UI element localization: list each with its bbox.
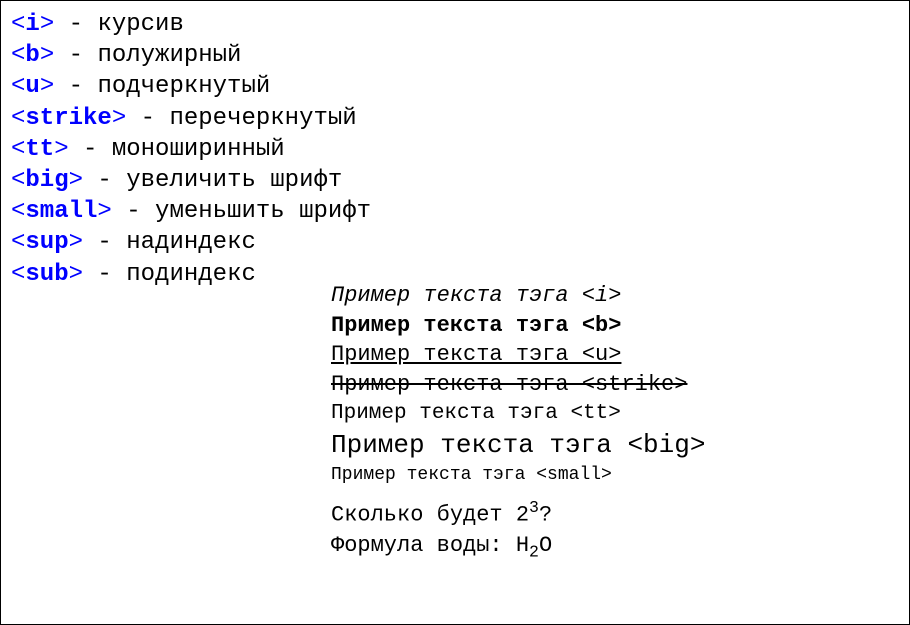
definition-row: <strike> - перечеркнутый (11, 103, 899, 134)
sub-prefix: Формула воды: H (331, 533, 529, 558)
example-italic: Пример текста тэга <i> (331, 281, 705, 311)
tag-description: увеличить шрифт (126, 167, 342, 194)
angle-open: < (11, 11, 25, 38)
angle-open: < (11, 198, 25, 225)
sub-index: 2 (529, 542, 539, 561)
example-sub: Формула воды: H2O (331, 531, 705, 564)
angle-open: < (11, 261, 25, 288)
tag-description: курсив (97, 11, 183, 38)
spacer (331, 487, 705, 497)
separator: - (83, 261, 126, 288)
angle-open: < (11, 136, 25, 163)
angle-close: > (54, 136, 68, 163)
angle-close: > (40, 42, 54, 69)
definition-row: <i> - курсив (11, 9, 899, 40)
separator: - (83, 167, 126, 194)
example-small: Пример текста тэга <small> (331, 463, 705, 487)
tag-definitions-list: <i> - курсив <b> - полужирный <u> - подч… (11, 9, 899, 290)
angle-close: > (40, 73, 54, 100)
separator: - (112, 198, 155, 225)
definition-row: <u> - подчеркнутый (11, 71, 899, 102)
angle-close: > (97, 198, 111, 225)
tag-description: моноширинный (112, 136, 285, 163)
sub-suffix: O (539, 533, 552, 558)
tag-name: u (25, 73, 39, 100)
tag-description: надиндекс (126, 229, 256, 256)
tag-description: уменьшить шрифт (155, 198, 371, 225)
definition-row: <sup> - надиндекс (11, 227, 899, 258)
angle-open: < (11, 73, 25, 100)
tag-name: big (25, 167, 68, 194)
angle-open: < (11, 42, 25, 69)
sup-prefix: Сколько будет 2 (331, 503, 529, 528)
example-underline: Пример текста тэга <u> (331, 340, 705, 370)
separator: - (126, 105, 169, 132)
angle-close: > (112, 105, 126, 132)
definition-row: <big> - увеличить шрифт (11, 165, 899, 196)
angle-open: < (11, 105, 25, 132)
example-bold: Пример текста тэга <b> (331, 311, 705, 341)
examples-block: Пример текста тэга <i> Пример текста тэг… (331, 281, 705, 563)
angle-open: < (11, 229, 25, 256)
tag-description: перечеркнутый (169, 105, 356, 132)
definition-row: <b> - полужирный (11, 40, 899, 71)
tag-description: подчеркнутый (97, 73, 270, 100)
tag-name: sub (25, 261, 68, 288)
tag-name: tt (25, 136, 54, 163)
angle-close: > (69, 229, 83, 256)
angle-close: > (69, 261, 83, 288)
angle-close: > (69, 167, 83, 194)
example-sup: Сколько будет 23? (331, 497, 705, 530)
definition-row: <tt> - моноширинный (11, 134, 899, 165)
sup-suffix: ? (539, 503, 552, 528)
tag-name: small (25, 198, 97, 225)
separator: - (83, 229, 126, 256)
angle-open: < (11, 167, 25, 194)
example-big: Пример текста тэга <big> (331, 428, 705, 463)
sup-exponent: 3 (529, 498, 539, 517)
tag-name: i (25, 11, 39, 38)
example-tt: Пример текста тэга <tt> (331, 400, 705, 428)
separator: - (54, 11, 97, 38)
separator: - (54, 73, 97, 100)
separator: - (69, 136, 112, 163)
definition-row: <small> - уменьшить шрифт (11, 196, 899, 227)
tag-name: strike (25, 105, 111, 132)
tag-description: полужирный (97, 42, 241, 69)
angle-close: > (40, 11, 54, 38)
tag-description: подиндекс (126, 261, 256, 288)
separator: - (54, 42, 97, 69)
tag-name: sup (25, 229, 68, 256)
example-strike: Пример текста тэга <strike> (331, 370, 705, 400)
tag-name: b (25, 42, 39, 69)
